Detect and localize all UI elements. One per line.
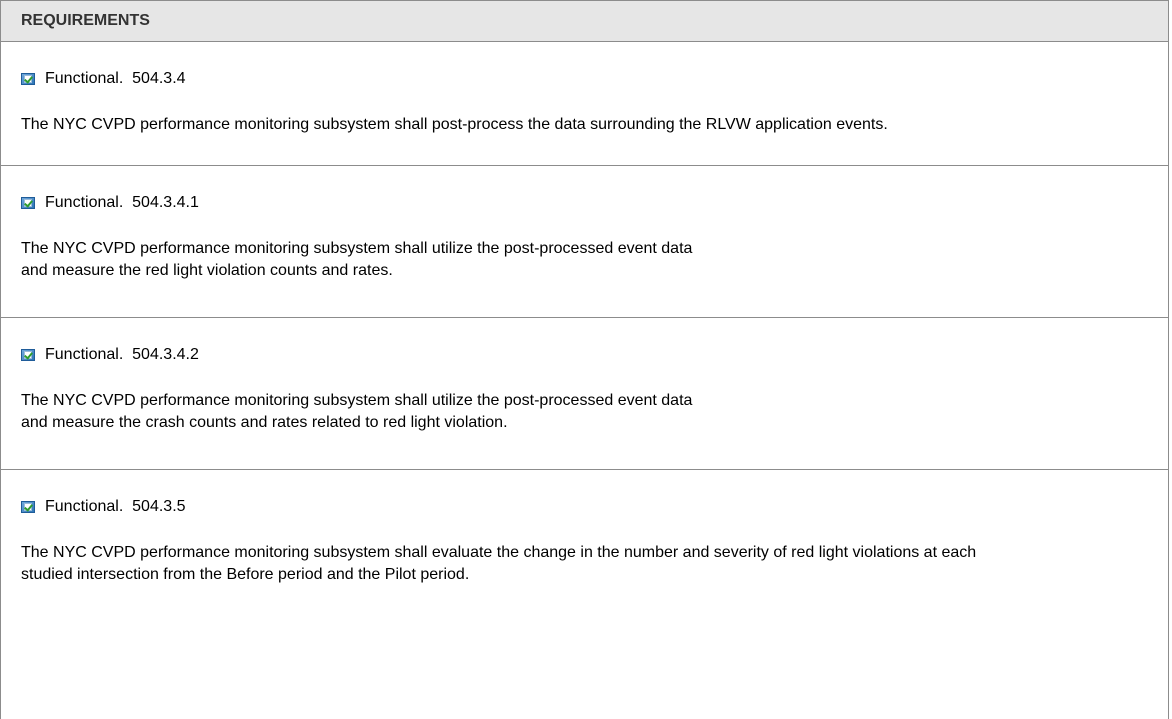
requirement-item: Functional. 504.3.5 The NYC CVPD perform…	[1, 470, 1168, 719]
requirement-type: Functional.	[45, 346, 124, 363]
checkbox-icon	[21, 197, 35, 209]
requirement-heading: Functional. 504.3.4.2	[21, 345, 199, 365]
requirements-header: REQUIREMENTS	[1, 0, 1168, 42]
requirement-id: 504.3.4.2	[132, 346, 199, 363]
requirement-text: The NYC CVPD performance monitoring subs…	[21, 392, 693, 431]
requirement-heading: Functional. 504.3.4.1	[21, 193, 199, 213]
checkbox-icon	[21, 501, 35, 513]
requirement-item: Functional. 504.3.4 The NYC CVPD perform…	[1, 42, 1168, 166]
checkbox-icon	[21, 349, 35, 361]
requirement-type: Functional.	[45, 498, 124, 515]
requirement-id: 504.3.4.1	[132, 194, 199, 211]
checkbox-icon	[21, 73, 35, 85]
requirement-id: 504.3.5	[132, 498, 186, 515]
requirement-type: Functional.	[45, 194, 124, 211]
requirements-title: REQUIREMENTS	[21, 12, 150, 29]
requirements-panel: REQUIREMENTS Functional. 504.3.4 The NYC…	[0, 0, 1169, 719]
requirement-text: The NYC CVPD performance monitoring subs…	[21, 544, 977, 583]
requirement-item: Functional. 504.3.4.1 The NYC CVPD perfo…	[1, 166, 1168, 318]
requirement-type: Functional.	[45, 70, 124, 87]
requirement-id: 504.3.4	[132, 70, 186, 87]
requirement-heading: Functional. 504.3.4	[21, 69, 186, 89]
requirement-heading: Functional. 504.3.5	[21, 497, 186, 517]
requirement-text: The NYC CVPD performance monitoring subs…	[21, 116, 888, 133]
requirement-item: Functional. 504.3.4.2 The NYC CVPD perfo…	[1, 318, 1168, 470]
requirement-text: The NYC CVPD performance monitoring subs…	[21, 240, 693, 279]
